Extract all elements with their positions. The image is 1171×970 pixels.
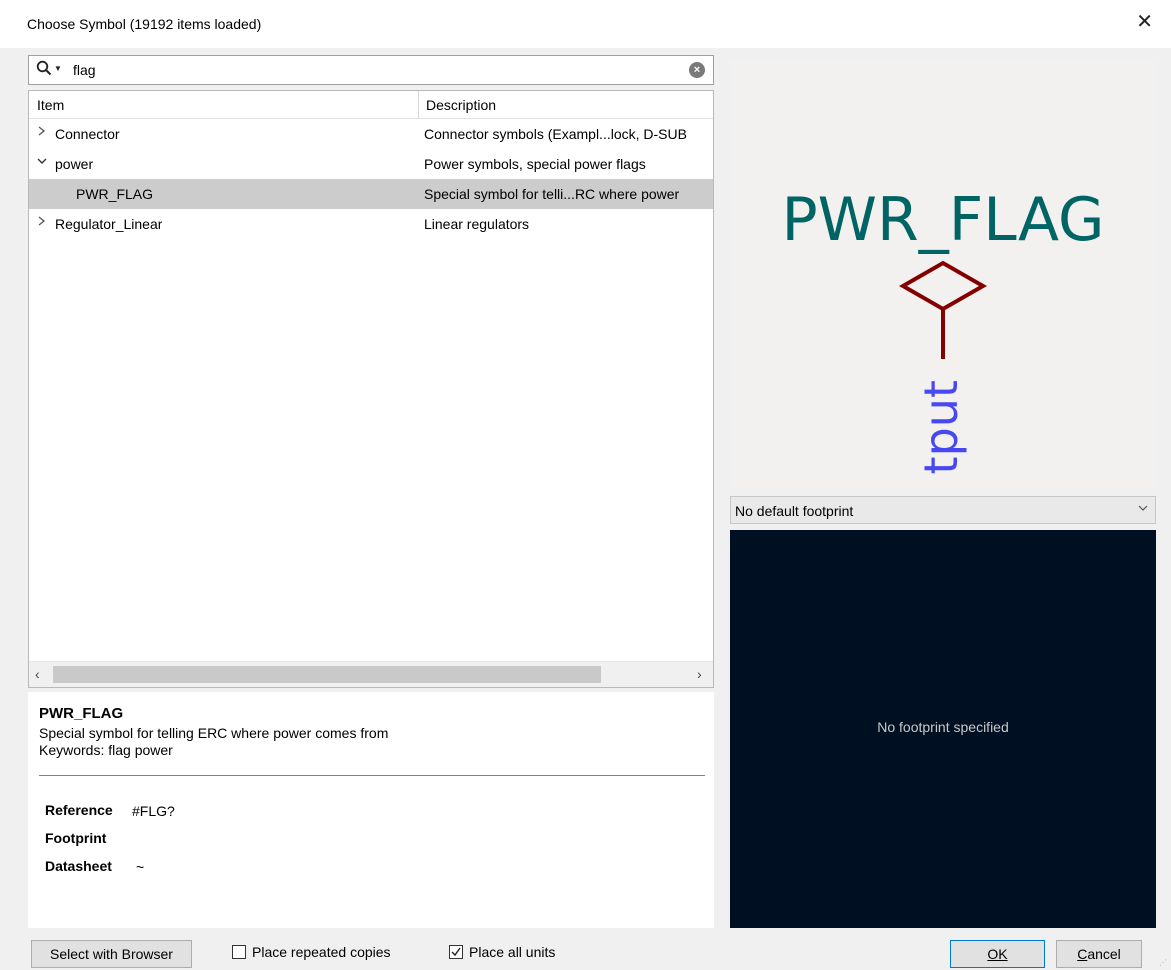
clear-icon[interactable]: ×: [689, 62, 705, 78]
resize-grip-icon[interactable]: ⋰: [1159, 958, 1169, 968]
horizontal-scrollbar[interactable]: ‹ ›: [29, 661, 713, 687]
divider: [39, 775, 705, 776]
symbol-description: Special symbol for telling ERC where pow…: [39, 725, 389, 741]
tree-row-pwr-flag[interactable]: PWR_FLAG Special symbol for telli...RC w…: [29, 179, 713, 209]
tree-row-description: Power symbols, special power flags: [424, 156, 646, 172]
ok-button[interactable]: OK: [950, 940, 1045, 968]
column-divider[interactable]: [418, 91, 419, 119]
window-title: Choose Symbol (19192 items loaded): [27, 16, 262, 32]
tree-row-item: Regulator_Linear: [55, 216, 163, 232]
footprint-dropdown-value: No default footprint: [735, 503, 854, 519]
column-header-item[interactable]: Item: [37, 97, 64, 113]
column-header-description[interactable]: Description: [426, 97, 496, 113]
symbol-keywords: Keywords: flag power: [39, 742, 173, 758]
field-value-reference: #FLG?: [132, 803, 175, 819]
tree-row-description: Special symbol for telli...RC where powe…: [424, 186, 680, 202]
scroll-right-icon[interactable]: ›: [697, 666, 702, 682]
place-repeated-copies-checkbox[interactable]: Place repeated copies: [232, 944, 422, 962]
tree-header: Item Description: [29, 91, 713, 119]
footprint-dropdown[interactable]: No default footprint: [730, 496, 1156, 524]
checkbox-box[interactable]: [449, 945, 463, 959]
ok-button-label: OK: [987, 946, 1008, 962]
symbol-name: PWR_FLAG: [39, 705, 124, 722]
tree-row-item: power: [55, 156, 94, 172]
select-with-browser-button[interactable]: Select with Browser: [31, 940, 192, 968]
field-value-datasheet: ~: [136, 859, 145, 875]
chevron-right-icon[interactable]: [37, 124, 47, 141]
cancel-button[interactable]: Cancel: [1056, 940, 1142, 968]
chevron-down-icon[interactable]: [35, 154, 49, 171]
power-flag-diamond-shape: [898, 260, 988, 312]
search-box[interactable]: ▼ ×: [28, 55, 714, 85]
close-icon[interactable]: ✕: [1136, 12, 1153, 32]
scroll-left-icon[interactable]: ‹: [35, 666, 40, 682]
title-bar: Choose Symbol (19192 items loaded) ✕: [0, 0, 1171, 48]
search-icon[interactable]: [36, 60, 52, 81]
footprint-message: No footprint specified: [877, 719, 1009, 735]
checkbox-label: Place all units: [469, 944, 556, 960]
search-options-dropdown-icon[interactable]: ▼: [54, 64, 62, 73]
place-all-units-checkbox[interactable]: Place all units: [449, 944, 589, 962]
chevron-down-icon[interactable]: [1138, 503, 1148, 516]
tree-row-connector[interactable]: Connector Connector symbols (Exampl...lo…: [29, 119, 713, 149]
tree-row-item: PWR_FLAG: [76, 186, 154, 202]
symbol-value-text: PWR_FLAG: [782, 185, 1105, 255]
tree-row-description: Connector symbols (Exampl...lock, D-SUB: [424, 126, 687, 142]
search-input[interactable]: [71, 59, 671, 81]
checkbox-box[interactable]: [232, 945, 246, 959]
checkbox-label: Place repeated copies: [252, 944, 391, 960]
chevron-right-icon[interactable]: [37, 214, 47, 231]
tree-row-description: Linear regulators: [424, 216, 530, 232]
symbol-tree[interactable]: Item Description Connector Connector sym…: [28, 90, 714, 688]
field-label-datasheet: Datasheet: [45, 858, 112, 874]
tree-row-item: Connector: [55, 126, 120, 142]
pin-type-text: tput: [914, 380, 968, 474]
symbol-details: PWR_FLAG Special symbol for telling ERC …: [28, 692, 714, 928]
field-label-reference: Reference: [45, 802, 113, 818]
footprint-preview[interactable]: No footprint specified: [730, 530, 1156, 928]
symbol-preview[interactable]: PWR_FLAG tput: [730, 60, 1156, 488]
symbol-preview-canvas: PWR_FLAG tput: [782, 185, 1105, 474]
tree-row-regulator-linear[interactable]: Regulator_Linear Linear regulators: [29, 209, 713, 239]
scrollbar-thumb[interactable]: [53, 666, 601, 683]
cancel-button-label: Cancel: [1077, 946, 1121, 962]
field-label-footprint: Footprint: [45, 830, 107, 846]
tree-row-power[interactable]: power Power symbols, special power flags: [29, 149, 713, 179]
